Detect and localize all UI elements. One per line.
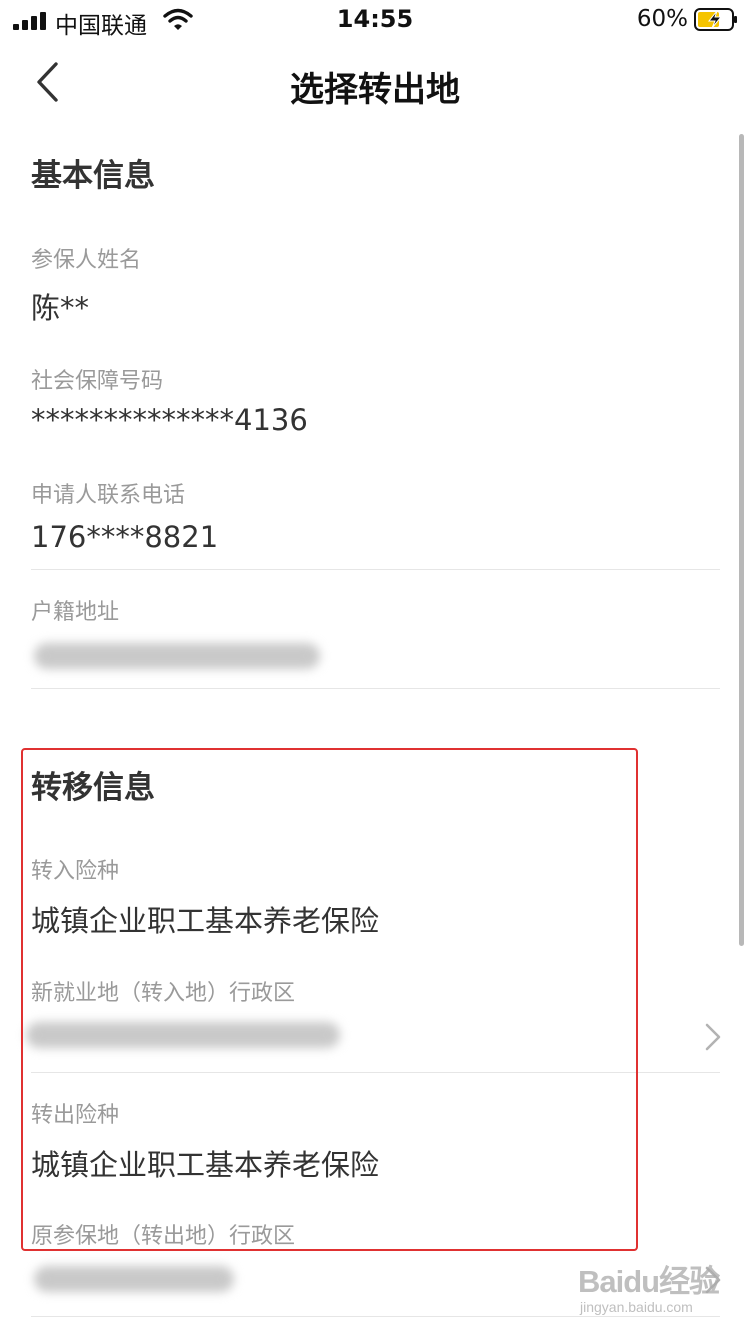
insured-name-label: 参保人姓名 — [31, 248, 142, 273]
new-employment-region-value-redacted — [26, 1022, 340, 1048]
status-bar: 中国联通 14:55 60% — [0, 0, 750, 44]
divider — [31, 688, 720, 689]
transfer-out-insurance-label: 转出险种 — [31, 1103, 120, 1128]
household-address-value-redacted — [34, 643, 320, 669]
chevron-right-icon — [705, 1023, 721, 1051]
scrollbar[interactable] — [739, 134, 744, 946]
watermark-url: jingyan.baidu.com — [580, 1299, 693, 1315]
basic-info-title: 基本信息 — [31, 158, 155, 194]
applicant-phone-value: 176****8821 — [31, 520, 219, 554]
transfer-in-insurance-label: 转入险种 — [31, 859, 120, 884]
original-insured-region-value-redacted — [34, 1266, 234, 1292]
original-insured-region-label: 原参保地（转出地）行政区 — [31, 1224, 296, 1249]
social-security-number-label: 社会保障号码 — [31, 369, 164, 394]
battery-charging-icon — [694, 8, 737, 31]
transfer-in-insurance-value: 城镇企业职工基本养老保险 — [31, 904, 380, 938]
applicant-phone-label: 申请人联系电话 — [31, 483, 186, 508]
battery-percentage: 60% — [636, 6, 688, 32]
household-address-label: 户籍地址 — [31, 600, 120, 625]
insured-name-value: 陈** — [31, 291, 90, 325]
page-title: 选择转出地 — [290, 70, 460, 110]
divider — [31, 569, 720, 570]
baidu-jingyan-watermark: Baidu经验 jingyan.baidu.com — [578, 1256, 728, 1322]
divider — [31, 1072, 720, 1073]
new-employment-region-label: 新就业地（转入地）行政区 — [31, 981, 296, 1006]
watermark-logo: Baidu经验 — [578, 1264, 720, 1299]
transfer-info-title: 转移信息 — [31, 770, 155, 806]
transfer-out-insurance-value: 城镇企业职工基本养老保险 — [31, 1148, 380, 1182]
nav-bar: 选择转出地 — [0, 44, 750, 126]
social-security-number-value: **************4136 — [31, 403, 308, 437]
